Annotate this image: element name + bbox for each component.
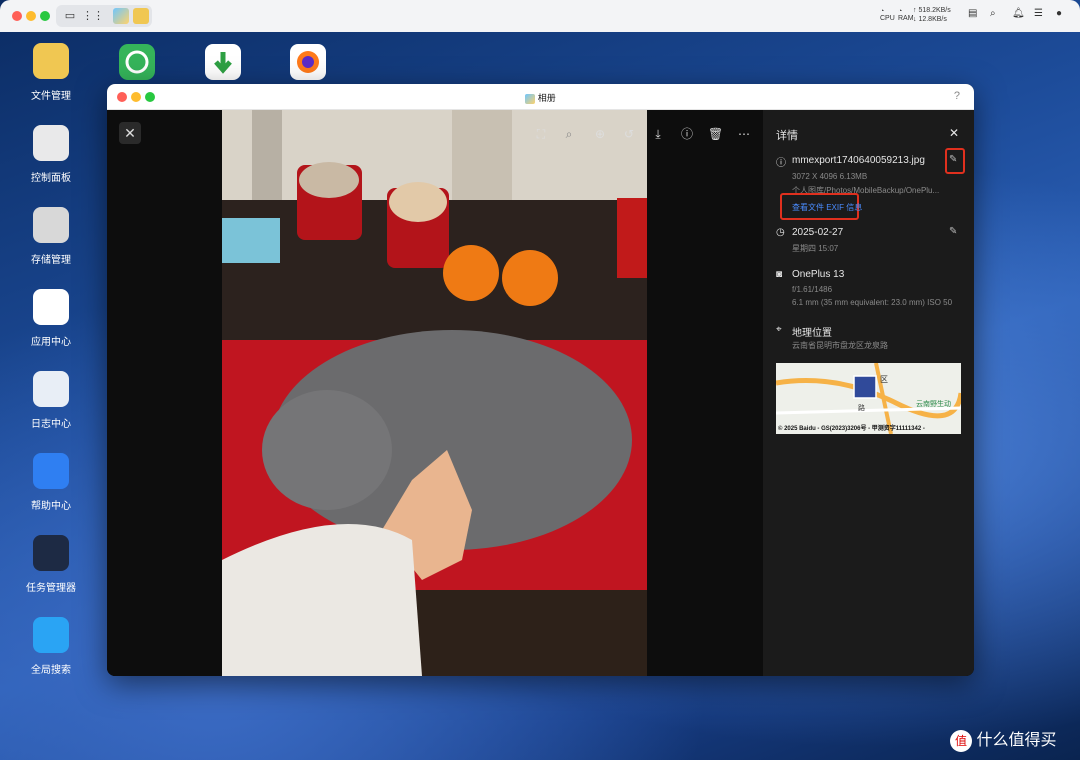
photo-content [222, 110, 647, 676]
edit-date-icon[interactable]: ✎ [949, 226, 957, 237]
map-label-zoo: 云南野生动 [916, 401, 951, 408]
sync-app-icon[interactable] [97, 44, 177, 80]
info-circle-icon: ⓘ [776, 158, 786, 169]
more-icon[interactable]: ⋯ [737, 127, 751, 141]
file-name: mmexport1740640059213.jpg [792, 155, 925, 166]
map-credit: © 2025 Baidu - GS(2023)3206号 - 甲测资字11111… [778, 426, 925, 432]
cpu-label: CPU [880, 15, 895, 22]
desktop: ▭ ⋮⋮ ◔ CPU ◔ RAM ↑ 518.2KB/s ↓ 12.8KB/s ▤ … [0, 0, 1080, 760]
zoom-out-icon[interactable]: ⌕ [562, 127, 576, 141]
download-icon[interactable]: ⤓ [651, 127, 665, 141]
firefox-app-icon[interactable] [268, 44, 348, 80]
desktop-icon-label: 任务管理器 [26, 583, 76, 594]
global-search-desktop-icon[interactable]: 全局搜索 [11, 617, 91, 676]
photos-window: 相册 ? ✕ ⛶ ⌕ ⊕ ↺ ⤓ ⓘ 🗑︎ ⋯ 详情 ✕ ⓘ mmexport1… [107, 84, 974, 676]
desktop-icon-label: 存储管理 [31, 255, 71, 266]
watermark-logo-icon: 值 [950, 729, 972, 752]
location-map[interactable]: 区 云南野生动 路 © 2025 Baidu - GS(2023)3206号 -… [776, 363, 961, 434]
details-panel: 详情 ✕ ⓘ mmexport1740640059213.jpg ✎ 3072 … [763, 110, 974, 676]
photos-app-icon[interactable] [113, 8, 129, 24]
date-time: 星期四 15:07 [792, 244, 839, 253]
clock-icon: ◷ [776, 227, 785, 238]
desktop-icon-label: 文件管理 [31, 91, 71, 102]
app-center-desktop-icon[interactable]: 应用中心 [11, 289, 91, 348]
rotate-icon[interactable]: ↺ [622, 127, 636, 141]
app-center-icon [33, 289, 69, 325]
help-button[interactable]: ? [954, 90, 960, 102]
log-center-icon [33, 371, 69, 407]
location-address: 云南省昆明市盘龙区龙泉路 [792, 341, 888, 350]
fullscreen-icon[interactable]: ⛶ [534, 127, 548, 141]
network-speed: ↑ 518.2KB/s ↓ 12.8KB/s [913, 6, 951, 24]
trash-icon[interactable]: 🗑︎ [708, 127, 723, 141]
top-bar: ▭ ⋮⋮ ◔ CPU ◔ RAM ↑ 518.2KB/s ↓ 12.8KB/s ▤ … [0, 0, 1080, 32]
files-app-icon[interactable] [133, 8, 149, 24]
edit-highlight-box [945, 148, 965, 174]
photos-title-icon [525, 93, 536, 104]
desktop-icon-label: 日志中心 [31, 419, 71, 430]
help-center-icon [33, 453, 69, 489]
close-details-icon[interactable]: ✕ [949, 126, 959, 140]
files-app-desktop-icon[interactable]: 文件管理 [11, 43, 91, 102]
net-up: ↑ 518.2KB/s [913, 7, 951, 14]
download-app-icon[interactable] [183, 44, 263, 80]
ram-gauge-icon[interactable]: ◔ RAM [898, 8, 914, 22]
cpu-gauge-icon[interactable]: ◔ CPU [880, 8, 895, 22]
file-dims: 3072 X 4096 6.13MB [792, 172, 868, 181]
net-down: ↓ 12.8KB/s [913, 16, 947, 23]
desktop-icon-label: 帮助中心 [31, 501, 71, 512]
date-value: 2025-02-27 [792, 227, 844, 238]
storage-manager-desktop-icon[interactable]: 存储管理 [11, 207, 91, 266]
exif-link[interactable]: 查看文件 EXIF 信息 [792, 202, 862, 213]
notes-icon[interactable]: ▤ [968, 8, 977, 19]
camera-aperture: f/1.61/1486 [792, 285, 833, 294]
search-icon[interactable]: ⌕ [990, 8, 996, 19]
desktop-icon[interactable]: ▭ [62, 8, 78, 24]
desktop-icon-label: 控制面板 [31, 173, 71, 184]
log-center-desktop-icon[interactable]: 日志中心 [11, 371, 91, 430]
zoom-in-icon[interactable]: ⊕ [593, 127, 607, 141]
map-label-road: 路 [858, 405, 865, 412]
camera-model: OnePlus 13 [792, 269, 845, 280]
photo-viewer: ✕ ⛶ ⌕ ⊕ ↺ ⤓ ⓘ 🗑︎ ⋯ [107, 110, 763, 676]
settings-list-icon[interactable]: ☰ [1034, 8, 1043, 19]
help-center-desktop-icon[interactable]: 帮助中心 [11, 453, 91, 512]
location-title: 地理位置 [792, 328, 832, 339]
control-panel-desktop-icon[interactable]: 控制面板 [11, 125, 91, 184]
ram-label: RAM [898, 15, 914, 22]
map-label-district: 区 [880, 375, 888, 384]
zoom-dot[interactable] [40, 11, 50, 21]
desktop-icon-label: 应用中心 [31, 337, 71, 348]
details-heading: 详情 [776, 130, 798, 142]
window-title: 相册 [107, 91, 974, 104]
files-app-icon [33, 43, 69, 79]
minimize-dot[interactable] [26, 11, 36, 21]
close-dot[interactable] [12, 11, 22, 21]
window-titlebar: 相册 ? [107, 84, 974, 110]
location-pin-icon: ⌖ [776, 324, 782, 335]
global-search-icon [33, 617, 69, 653]
watermark: 值 什么值得买 [950, 726, 1056, 752]
user-icon[interactable]: ● [1056, 8, 1062, 19]
info-icon[interactable]: ⓘ [680, 127, 694, 141]
bell-icon[interactable]: 🔔︎ [1012, 8, 1025, 19]
taskbar-group: ▭ ⋮⋮ [56, 5, 152, 27]
task-manager-desktop-icon[interactable]: 任务管理器 [11, 535, 91, 594]
close-viewer-button[interactable]: ✕ [119, 122, 141, 144]
app-grid-icon[interactable]: ⋮⋮ [82, 8, 104, 24]
camera-lens: 6.1 mm (35 mm equivalent: 23.0 mm) ISO 5… [792, 298, 953, 307]
control-panel-icon [33, 125, 69, 161]
photo-image [222, 110, 647, 676]
camera-icon: ◙ [776, 269, 783, 280]
desktop-icon-label: 全局搜索 [31, 665, 71, 676]
storage-manager-icon [33, 207, 69, 243]
task-manager-icon [33, 535, 69, 571]
